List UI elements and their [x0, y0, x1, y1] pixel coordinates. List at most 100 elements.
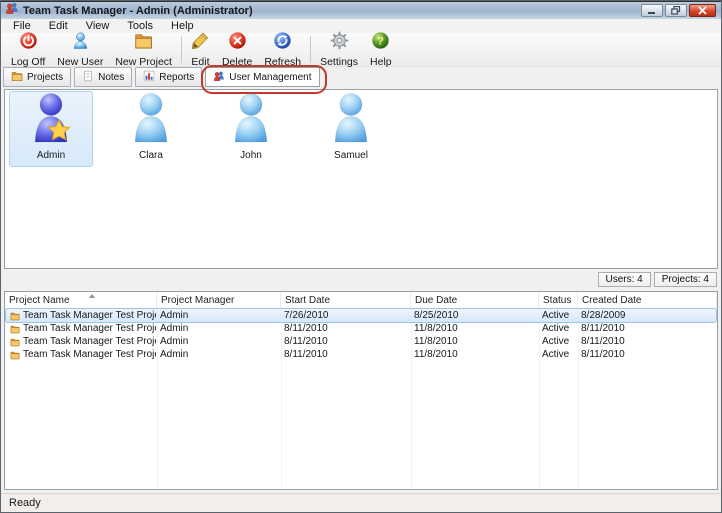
tab-user-management[interactable]: User Management — [205, 67, 319, 87]
column-header-label: Created Date — [582, 295, 641, 306]
project-folder-icon — [10, 311, 20, 321]
cell-start-date: 8/11/2010 — [280, 349, 410, 360]
cell-created-date: 8/11/2010 — [577, 323, 716, 334]
settings-icon — [330, 31, 349, 55]
folder-icon — [11, 70, 23, 85]
minimize-icon — [648, 7, 657, 15]
status-bar: Ready — [1, 493, 721, 512]
toolbar-separator — [181, 36, 182, 63]
project-folder-icon — [10, 324, 20, 334]
refresh-icon — [273, 31, 292, 55]
user-name: John — [210, 150, 292, 161]
cell-due-date: 8/25/2010 — [410, 310, 538, 321]
project-folder-icon — [10, 337, 20, 347]
edit-button[interactable]: Edit — [185, 30, 216, 69]
table-row[interactable]: Team Task Manager Test Project IAdmin8/1… — [6, 322, 716, 335]
column-header-due-date[interactable]: Due Date — [411, 292, 539, 308]
delete-button[interactable]: Delete — [216, 30, 258, 69]
status-text: Ready — [9, 497, 41, 509]
user-tile-samuel[interactable]: Samuel — [309, 91, 393, 167]
cell-start-date: 8/11/2010 — [280, 336, 410, 347]
cell-status: Active — [538, 349, 577, 360]
settings-button[interactable]: Settings — [314, 30, 364, 69]
cell-project-name: Team Task Manager Test Project — [6, 310, 156, 321]
cell-due-date: 11/8/2010 — [410, 349, 538, 360]
projects-table: Project Name Project Manager Start Date … — [4, 291, 718, 490]
close-icon — [698, 6, 707, 15]
log-off-button[interactable]: Log Off — [5, 30, 51, 69]
projects-count-badge: Projects: 4 — [654, 272, 717, 287]
column-header-label: Project Manager — [161, 295, 234, 306]
new-project-button[interactable]: New Project — [109, 30, 178, 69]
refresh-button[interactable]: Refresh — [258, 30, 307, 69]
column-header-project-name[interactable]: Project Name — [5, 292, 157, 308]
table-row[interactable]: Team Task Manager Test Project IIAdmin8/… — [6, 335, 716, 348]
app-icon — [5, 1, 19, 20]
user-tile-john[interactable]: John — [209, 91, 293, 167]
delete-icon — [228, 31, 247, 55]
tab-reports[interactable]: Reports — [135, 67, 202, 87]
cell-created-date: 8/28/2009 — [577, 310, 716, 321]
restore-icon — [671, 6, 681, 15]
column-header-label: Start Date — [285, 295, 330, 306]
logoff-icon — [19, 31, 38, 55]
minimize-button[interactable] — [641, 4, 663, 17]
chart-icon — [143, 70, 155, 85]
cell-status: Active — [538, 323, 577, 334]
user-icon — [127, 92, 175, 148]
close-button[interactable] — [689, 4, 716, 17]
toolbar: Log Off New User New Project Edit Delete… — [1, 33, 721, 67]
tab-projects[interactable]: Projects — [3, 67, 71, 87]
app-window: Team Task Manager - Admin (Administrator… — [0, 0, 722, 513]
user-icon — [327, 92, 375, 148]
cell-status: Active — [538, 336, 577, 347]
new-project-icon — [134, 31, 153, 55]
cell-due-date: 11/8/2010 — [410, 323, 538, 334]
window-title: Team Task Manager - Admin (Administrator… — [23, 5, 253, 17]
table-header: Project Name Project Manager Start Date … — [5, 292, 717, 309]
column-header-project-manager[interactable]: Project Manager — [157, 292, 281, 308]
user-name: Clara — [110, 150, 192, 161]
tab-label: Reports — [159, 72, 194, 83]
column-header-label: Status — [543, 295, 571, 306]
user-panel: Admin Clara John Samuel — [4, 89, 718, 269]
cell-created-date: 8/11/2010 — [577, 349, 716, 360]
edit-icon — [191, 31, 210, 55]
column-header-created-date[interactable]: Created Date — [578, 292, 717, 308]
cell-project-name: Team Task Manager Test Project III — [6, 349, 156, 360]
restore-button[interactable] — [665, 4, 687, 17]
column-header-status[interactable]: Status — [539, 292, 578, 308]
cell-due-date: 11/8/2010 — [410, 336, 538, 347]
admin-user-icon — [27, 92, 75, 148]
window-controls — [641, 4, 716, 17]
tab-bar: Projects Notes Reports User Management — [3, 67, 320, 89]
users-count-badge: Users: 4 — [598, 272, 651, 287]
cell-project-manager: Admin — [156, 323, 280, 334]
user-name: Samuel — [310, 150, 392, 161]
table-row[interactable]: Team Task Manager Test Project IIIAdmin8… — [6, 348, 716, 361]
tab-label: Notes — [98, 72, 124, 83]
cell-start-date: 8/11/2010 — [280, 323, 410, 334]
new-user-icon — [71, 31, 90, 55]
column-header-label: Project Name — [9, 295, 70, 306]
project-folder-icon — [10, 350, 20, 360]
help-button[interactable]: ? Help — [364, 30, 398, 69]
toolbar-separator — [310, 36, 311, 63]
cell-project-manager: Admin — [156, 336, 280, 347]
title-bar[interactable]: Team Task Manager - Admin (Administrator… — [1, 1, 721, 19]
tab-label: User Management — [229, 72, 311, 83]
table-row[interactable]: Team Task Manager Test ProjectAdmin7/26/… — [6, 309, 716, 322]
cell-start-date: 7/26/2010 — [280, 310, 410, 321]
sort-ascending-icon — [89, 294, 95, 298]
column-header-start-date[interactable]: Start Date — [281, 292, 411, 308]
toolbar-button-label: Help — [370, 56, 392, 68]
cell-project-manager: Admin — [156, 349, 280, 360]
user-tile-admin[interactable]: Admin — [9, 91, 93, 167]
column-header-label: Due Date — [415, 295, 457, 306]
user-tile-clara[interactable]: Clara — [109, 91, 193, 167]
cell-created-date: 8/11/2010 — [577, 336, 716, 347]
counter-badges: Users: 4 Projects: 4 — [598, 272, 717, 287]
new-user-button[interactable]: New User — [51, 30, 109, 69]
tab-notes[interactable]: Notes — [74, 67, 132, 87]
cell-project-name: Team Task Manager Test Project I — [6, 323, 156, 334]
